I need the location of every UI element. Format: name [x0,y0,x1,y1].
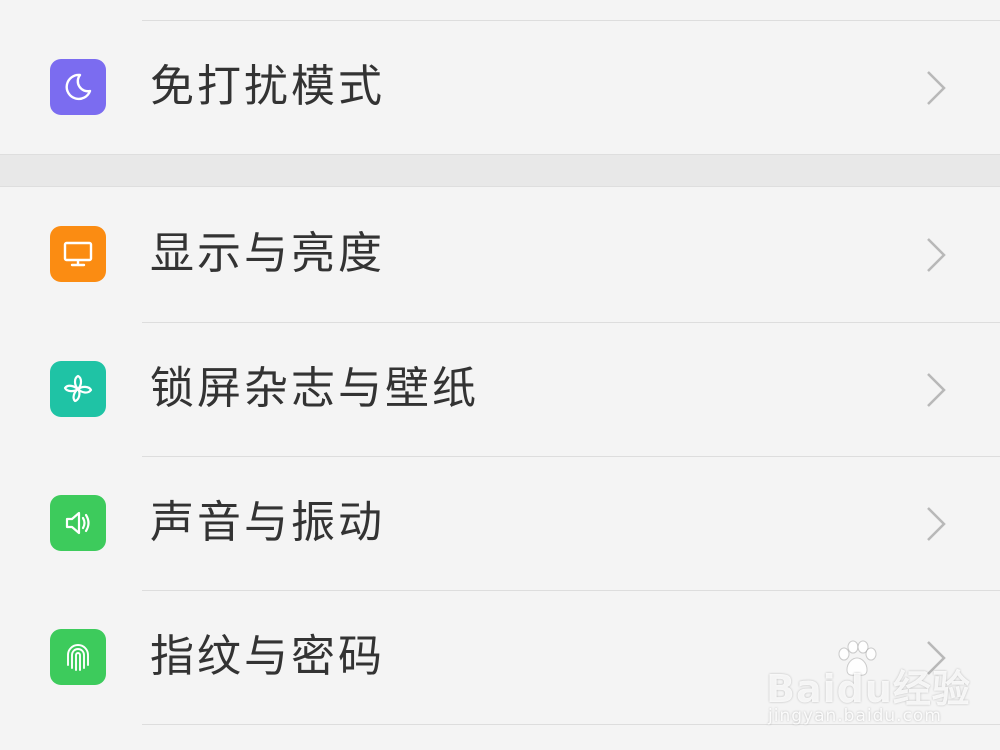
chevron-right-icon [927,238,946,272]
row-divider [142,724,1000,725]
pinwheel-icon [50,361,106,417]
section-separator [0,154,1000,187]
settings-item-label: 显示与亮度 [150,228,385,279]
chevron-right-icon [927,71,946,105]
chevron-right-icon [927,373,946,407]
speaker-icon [50,495,106,551]
settings-item-sound-vibration[interactable]: 声音与振动 [0,457,1000,591]
settings-item-label: 指纹与密码 [150,631,385,682]
chevron-right-icon [927,507,946,541]
settings-item-fingerprint-password[interactable]: 指纹与密码 [0,591,1000,725]
settings-screen: 免打扰模式 显示与亮度 锁屏杂志与壁纸 声音与振动 指纹与密码 Baidu经验 … [0,0,1000,750]
settings-item-label: 免打扰模式 [150,61,385,112]
moon-icon [50,59,106,115]
chevron-right-icon [927,641,946,675]
fingerprint-icon [50,629,106,685]
settings-item-do-not-disturb[interactable]: 免打扰模式 [0,20,1000,154]
settings-item-label: 锁屏杂志与壁纸 [150,363,479,414]
monitor-icon [50,226,106,282]
settings-item-display-brightness[interactable]: 显示与亮度 [0,188,1000,322]
settings-item-lockscreen-wallpaper[interactable]: 锁屏杂志与壁纸 [0,323,1000,457]
settings-item-label: 声音与振动 [150,497,385,548]
